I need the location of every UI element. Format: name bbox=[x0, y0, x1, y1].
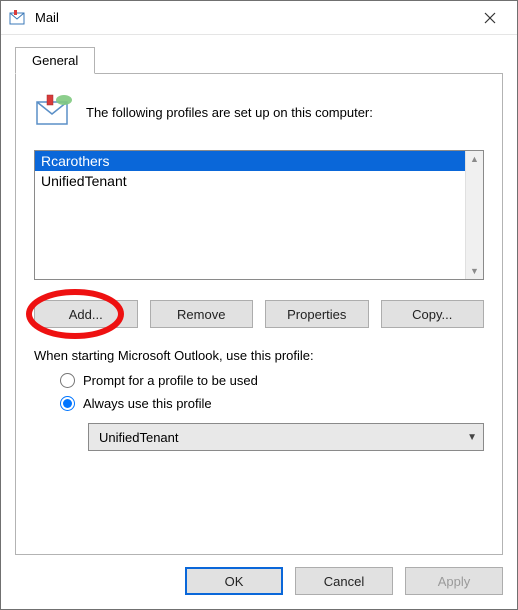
panel-header: The following profiles are set up on thi… bbox=[34, 92, 484, 132]
client-area: General The following profiles are set u… bbox=[1, 35, 517, 555]
window-title: Mail bbox=[35, 10, 471, 25]
envelope-icon bbox=[34, 92, 74, 132]
cancel-button[interactable]: Cancel bbox=[295, 567, 393, 595]
default-profile-select[interactable]: UnifiedTenant ▼ bbox=[88, 423, 484, 451]
properties-button[interactable]: Properties bbox=[265, 300, 369, 328]
startup-label: When starting Microsoft Outlook, use thi… bbox=[34, 348, 484, 363]
profiles-header-text: The following profiles are set up on thi… bbox=[86, 105, 373, 120]
radio-always[interactable]: Always use this profile bbox=[60, 396, 484, 411]
list-item[interactable]: Rcarothers bbox=[35, 151, 465, 171]
titlebar: Mail bbox=[1, 1, 517, 35]
radio-prompt-input[interactable] bbox=[60, 373, 75, 388]
profiles-listbox[interactable]: Rcarothers UnifiedTenant ▲ ▼ bbox=[34, 150, 484, 280]
radio-prompt-label: Prompt for a profile to be used bbox=[83, 373, 258, 388]
select-value: UnifiedTenant bbox=[99, 430, 179, 445]
profiles-list-items: Rcarothers UnifiedTenant bbox=[35, 151, 465, 279]
apply-button[interactable]: Apply bbox=[405, 567, 503, 595]
list-item[interactable]: UnifiedTenant bbox=[35, 171, 465, 191]
copy-button[interactable]: Copy... bbox=[381, 300, 485, 328]
remove-button[interactable]: Remove bbox=[150, 300, 254, 328]
tab-general[interactable]: General bbox=[15, 47, 95, 74]
add-button[interactable]: Add... bbox=[34, 300, 138, 328]
tab-strip: General bbox=[15, 47, 503, 74]
mail-icon bbox=[9, 9, 27, 27]
radio-always-input[interactable] bbox=[60, 396, 75, 411]
startup-radio-group: Prompt for a profile to be used Always u… bbox=[34, 373, 484, 411]
tab-panel-general: The following profiles are set up on thi… bbox=[15, 73, 503, 555]
scroll-down-icon[interactable]: ▼ bbox=[470, 266, 479, 276]
radio-always-label: Always use this profile bbox=[83, 396, 212, 411]
scrollbar[interactable]: ▲ ▼ bbox=[465, 151, 483, 279]
default-profile-select-wrap: UnifiedTenant ▼ bbox=[34, 423, 484, 451]
chevron-down-icon: ▼ bbox=[467, 432, 477, 443]
mail-dialog: Mail General The fol bbox=[0, 0, 518, 610]
close-button[interactable] bbox=[471, 4, 509, 32]
scroll-up-icon[interactable]: ▲ bbox=[470, 154, 479, 164]
dialog-footer: OK Cancel Apply bbox=[1, 555, 517, 609]
ok-button[interactable]: OK bbox=[185, 567, 283, 595]
profile-buttons-row: Add... Remove Properties Copy... bbox=[34, 300, 484, 328]
radio-prompt[interactable]: Prompt for a profile to be used bbox=[60, 373, 484, 388]
